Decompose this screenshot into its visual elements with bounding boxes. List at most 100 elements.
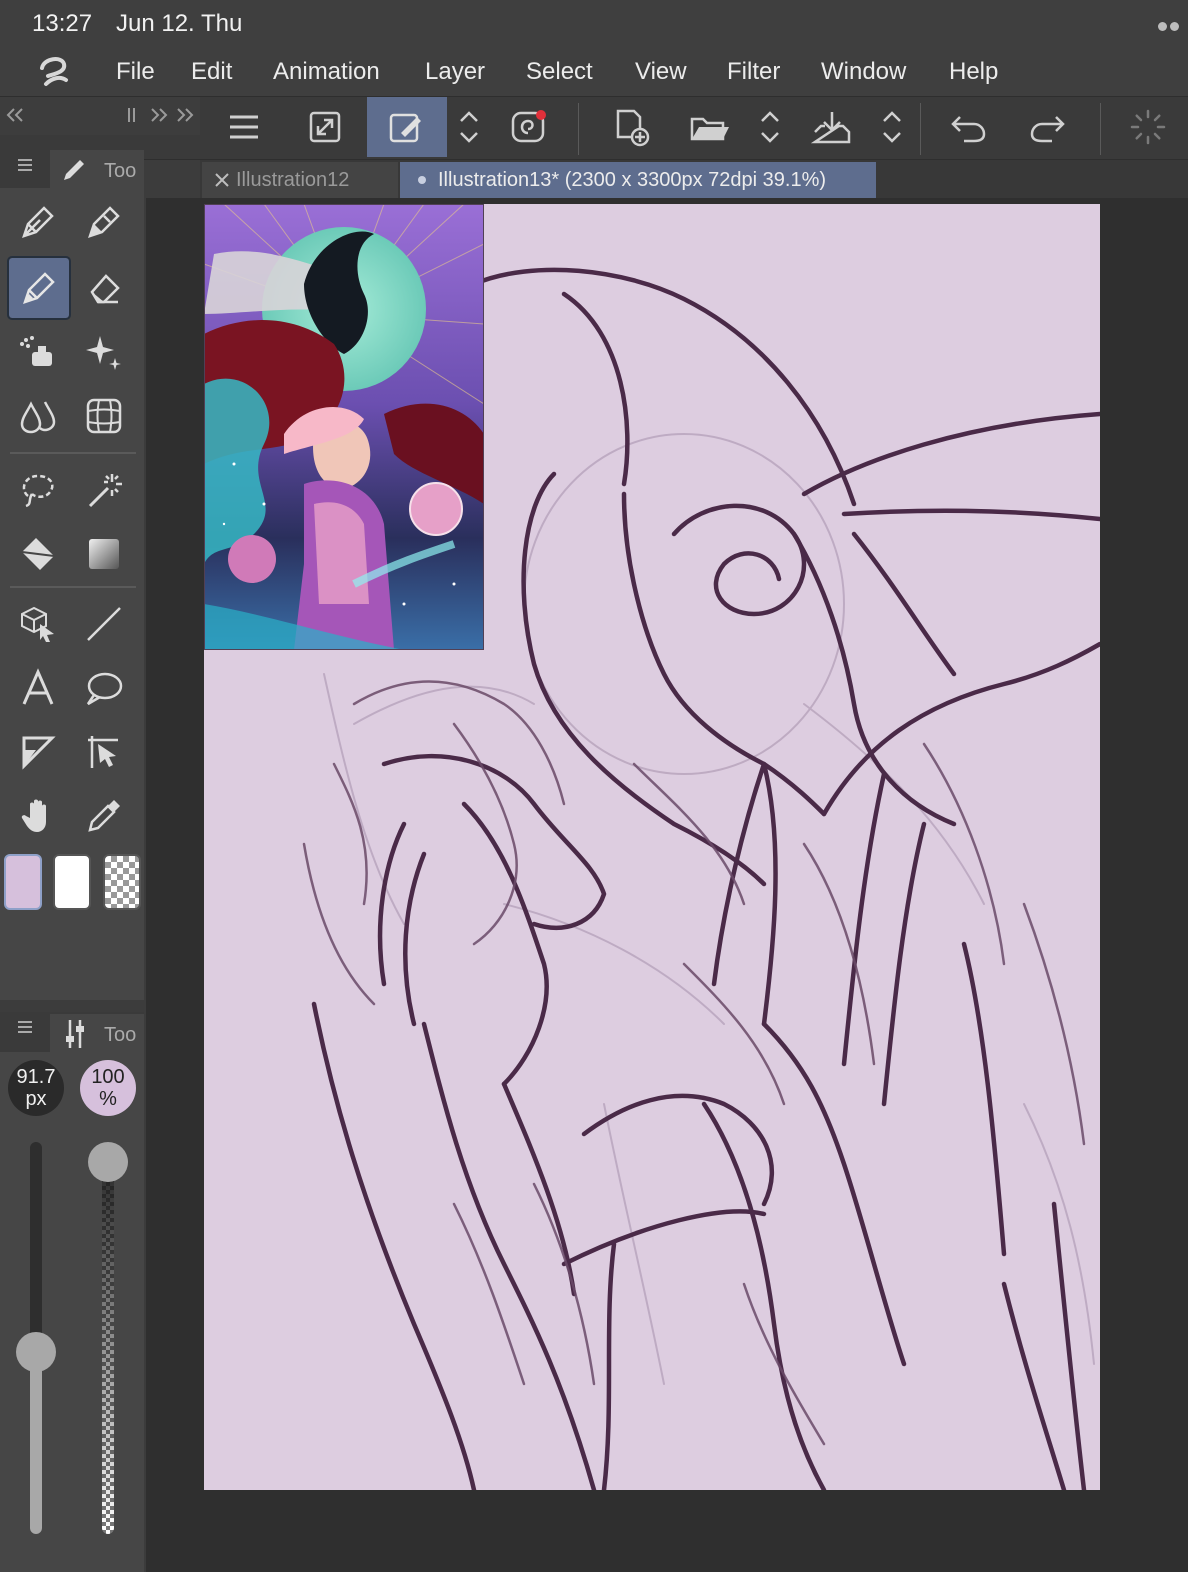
tool-palette: Too xyxy=(0,148,144,1000)
expand-right-icon[interactable] xyxy=(148,105,170,125)
blend-tool[interactable] xyxy=(8,386,68,446)
balloon-tool[interactable] xyxy=(74,658,134,718)
palette-menu-icon[interactable] xyxy=(16,156,34,174)
menu-view[interactable]: View xyxy=(635,58,687,86)
sub-color-swatch[interactable] xyxy=(53,854,91,910)
status-time: 13:27 xyxy=(32,10,93,37)
brush-nib-icon xyxy=(23,272,55,304)
tool-property-palette: Too 91.7 px 100 % xyxy=(0,1012,144,1572)
brush-size-handle[interactable] xyxy=(16,1332,56,1373)
brush-size-readout[interactable]: 91.7 px xyxy=(8,1060,64,1116)
save-button[interactable] xyxy=(792,97,872,157)
lasso-icon xyxy=(22,474,54,508)
hamburger-menu-button[interactable] xyxy=(204,97,284,157)
undo-icon xyxy=(951,116,986,143)
toggle-updown-button[interactable] xyxy=(748,97,792,157)
eyedropper-icon xyxy=(88,800,120,832)
chevron-updown-icon xyxy=(883,111,901,143)
speech-balloon-icon xyxy=(86,672,123,706)
tab-label: Illustration13* (2300 x 3300px 72dpi 39.… xyxy=(438,168,827,191)
auto-select-tool[interactable] xyxy=(74,460,134,520)
redo-button[interactable] xyxy=(1008,97,1088,157)
toggle-updown-button[interactable] xyxy=(870,97,914,157)
divider xyxy=(920,103,921,155)
close-icon[interactable] xyxy=(214,172,230,188)
open-file-button[interactable] xyxy=(670,97,750,157)
progress-button xyxy=(1108,97,1188,157)
airbrush-icon xyxy=(20,336,52,366)
airbrush-tool[interactable] xyxy=(8,322,68,382)
collapse-left-icon[interactable] xyxy=(4,105,26,125)
tab-label: Illustration12 xyxy=(236,168,350,191)
save-tray-icon xyxy=(811,112,851,144)
tool-palette-title: Too xyxy=(104,160,137,182)
redo-icon xyxy=(1030,116,1065,143)
tab-illustration13[interactable]: Illustration13* (2300 x 3300px 72dpi 39.… xyxy=(400,162,876,198)
eraser-icon xyxy=(90,274,120,304)
brush-opacity-handle[interactable] xyxy=(88,1142,128,1182)
chevron-updown-icon xyxy=(460,111,478,143)
brush-size-value: 91.7 xyxy=(16,1066,56,1088)
main-color-swatch[interactable] xyxy=(4,854,42,910)
fit-view-button[interactable] xyxy=(285,97,365,157)
menu-file[interactable]: File xyxy=(116,58,155,86)
menu-layer[interactable]: Layer xyxy=(425,58,485,86)
new-file-button[interactable] xyxy=(590,97,670,157)
undo-button[interactable] xyxy=(928,97,1008,157)
tool-palette-tab[interactable]: Too xyxy=(50,150,144,188)
ruler-tool[interactable] xyxy=(74,722,134,782)
clip-studio-logo-icon[interactable] xyxy=(34,54,74,90)
frame-border-tool[interactable] xyxy=(8,722,68,782)
companion-button[interactable] xyxy=(490,97,570,157)
brush-opacity-slider[interactable] xyxy=(88,1142,128,1534)
eraser-tool[interactable] xyxy=(74,258,134,318)
menu-edit[interactable]: Edit xyxy=(191,58,232,86)
text-tool[interactable] xyxy=(8,658,68,718)
palette-menu-icon[interactable] xyxy=(16,1018,34,1036)
hand-icon xyxy=(21,799,46,832)
water-drops-icon xyxy=(20,401,56,434)
decoration-tool[interactable] xyxy=(74,322,134,382)
lasso-tool[interactable] xyxy=(8,460,68,520)
line-tool[interactable] xyxy=(74,594,134,654)
document-tabs: Illustration12 Illustration13* (2300 x 3… xyxy=(200,160,1188,198)
gradient-tool[interactable] xyxy=(74,524,134,584)
menu-window[interactable]: Window xyxy=(821,58,906,86)
dock-grip-icon[interactable] xyxy=(124,105,140,125)
tab-illustration12[interactable]: Illustration12 xyxy=(202,162,398,198)
fill-tool[interactable] xyxy=(8,524,68,584)
expand-right-icon[interactable] xyxy=(174,105,196,125)
multitasking-dots-icon[interactable] xyxy=(1158,18,1182,31)
brush-opacity-readout[interactable]: 100 % xyxy=(80,1060,136,1116)
pencil-icon xyxy=(88,206,120,238)
cube-cursor-icon xyxy=(21,606,54,642)
brush-size-fill xyxy=(30,1352,42,1534)
menu-filter[interactable]: Filter xyxy=(727,58,780,86)
menu-animation[interactable]: Animation xyxy=(273,58,380,86)
mesh-grid-icon xyxy=(86,398,122,434)
brush-tool[interactable] xyxy=(7,256,71,320)
pencil-tool[interactable] xyxy=(74,192,134,252)
gradient-icon xyxy=(89,539,119,569)
figure-tool[interactable] xyxy=(74,386,134,446)
status-date: Jun 12. Thu xyxy=(116,10,243,37)
divider xyxy=(1100,103,1101,155)
toggle-updown-button[interactable] xyxy=(447,97,491,157)
eyedropper-tool[interactable] xyxy=(74,786,134,846)
tool-property-title: Too xyxy=(104,1024,137,1046)
menu-select[interactable]: Select xyxy=(526,58,593,86)
tool-property-tab[interactable]: Too xyxy=(50,1014,144,1052)
brush-size-slider[interactable] xyxy=(16,1142,56,1534)
text-a-icon xyxy=(22,668,54,705)
pen-tab-icon xyxy=(64,160,84,180)
divider xyxy=(10,452,136,454)
pen-tool[interactable] xyxy=(8,192,68,252)
transparent-color-swatch[interactable] xyxy=(103,854,141,910)
hand-tool[interactable] xyxy=(8,786,68,846)
reference-image[interactable] xyxy=(204,204,484,650)
pen-nib-icon xyxy=(22,206,54,238)
operation-tool[interactable] xyxy=(8,594,68,654)
menu-help[interactable]: Help xyxy=(949,58,998,86)
sparkle-icon xyxy=(86,336,121,370)
edit-brush-button[interactable] xyxy=(367,97,447,157)
